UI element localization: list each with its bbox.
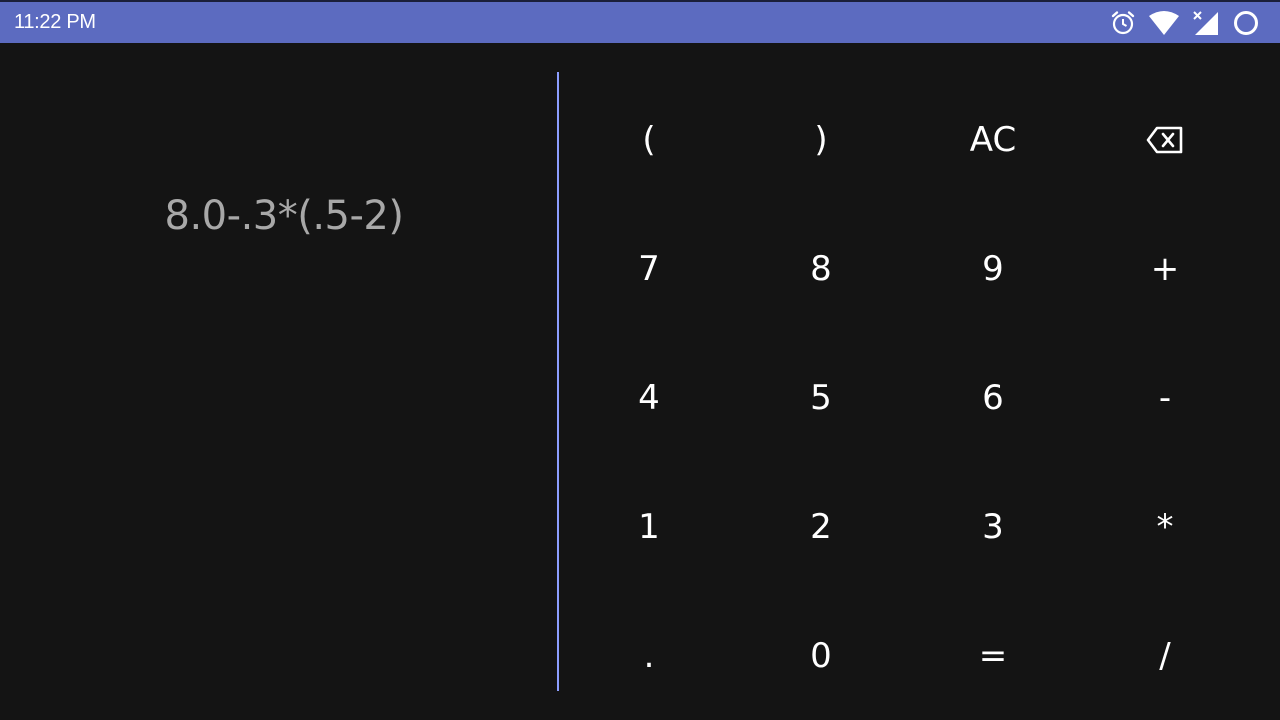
key-label: / xyxy=(1159,635,1171,676)
backspace-key[interactable] xyxy=(1079,75,1251,204)
key-label: . xyxy=(643,635,655,676)
digit-6-key[interactable]: 6 xyxy=(907,333,1079,462)
key-label: 9 xyxy=(982,248,1004,289)
equals-key[interactable]: = xyxy=(907,591,1079,720)
panel-divider xyxy=(557,72,559,691)
backspace-icon xyxy=(1146,126,1184,154)
alarm-icon xyxy=(1110,10,1136,36)
decimal-key[interactable]: . xyxy=(563,591,735,720)
plus-key[interactable]: + xyxy=(1079,204,1251,333)
cellular-no-signal-icon xyxy=(1192,10,1220,36)
key-label: 5 xyxy=(810,377,832,418)
key-label: ) xyxy=(814,119,828,160)
expression-display: 8.0-.3*(.5-2) xyxy=(164,193,404,239)
digit-0-key[interactable]: 0 xyxy=(735,591,907,720)
key-label: 0 xyxy=(810,635,832,676)
digit-4-key[interactable]: 4 xyxy=(563,333,735,462)
divide-key[interactable]: / xyxy=(1079,591,1251,720)
digit-9-key[interactable]: 9 xyxy=(907,204,1079,333)
digit-5-key[interactable]: 5 xyxy=(735,333,907,462)
all-clear-key[interactable]: AC xyxy=(907,75,1079,204)
digit-8-key[interactable]: 8 xyxy=(735,204,907,333)
open-paren-key[interactable]: ( xyxy=(563,75,735,204)
key-label: 4 xyxy=(638,377,660,418)
digit-1-key[interactable]: 1 xyxy=(563,462,735,591)
key-label: AC xyxy=(969,119,1017,160)
digit-2-key[interactable]: 2 xyxy=(735,462,907,591)
key-label: - xyxy=(1158,377,1172,418)
key-label: 2 xyxy=(810,506,832,547)
keypad: () AC 7 8 9 +4 5 6 - 1 2 3 *. 0 = / xyxy=(563,75,1251,720)
digit-3-key[interactable]: 3 xyxy=(907,462,1079,591)
key-label: 8 xyxy=(810,248,832,289)
key-label: 1 xyxy=(638,506,660,547)
battery-ring-icon xyxy=(1232,9,1260,37)
key-label: + xyxy=(1150,248,1180,289)
minus-key[interactable]: - xyxy=(1079,333,1251,462)
close-paren-key[interactable]: ) xyxy=(735,75,907,204)
key-label: 7 xyxy=(638,248,660,289)
status-icons xyxy=(1110,9,1260,37)
multiply-key[interactable]: * xyxy=(1079,462,1251,591)
key-label: ( xyxy=(642,119,656,160)
digit-7-key[interactable]: 7 xyxy=(563,204,735,333)
key-label: = xyxy=(978,635,1008,676)
status-time: 11:22 PM xyxy=(14,11,96,33)
key-label: * xyxy=(1156,506,1174,547)
wifi-icon xyxy=(1148,10,1180,36)
key-label: 6 xyxy=(982,377,1004,418)
key-label: 3 xyxy=(982,506,1004,547)
status-bar: 11:22 PM xyxy=(0,0,1280,43)
